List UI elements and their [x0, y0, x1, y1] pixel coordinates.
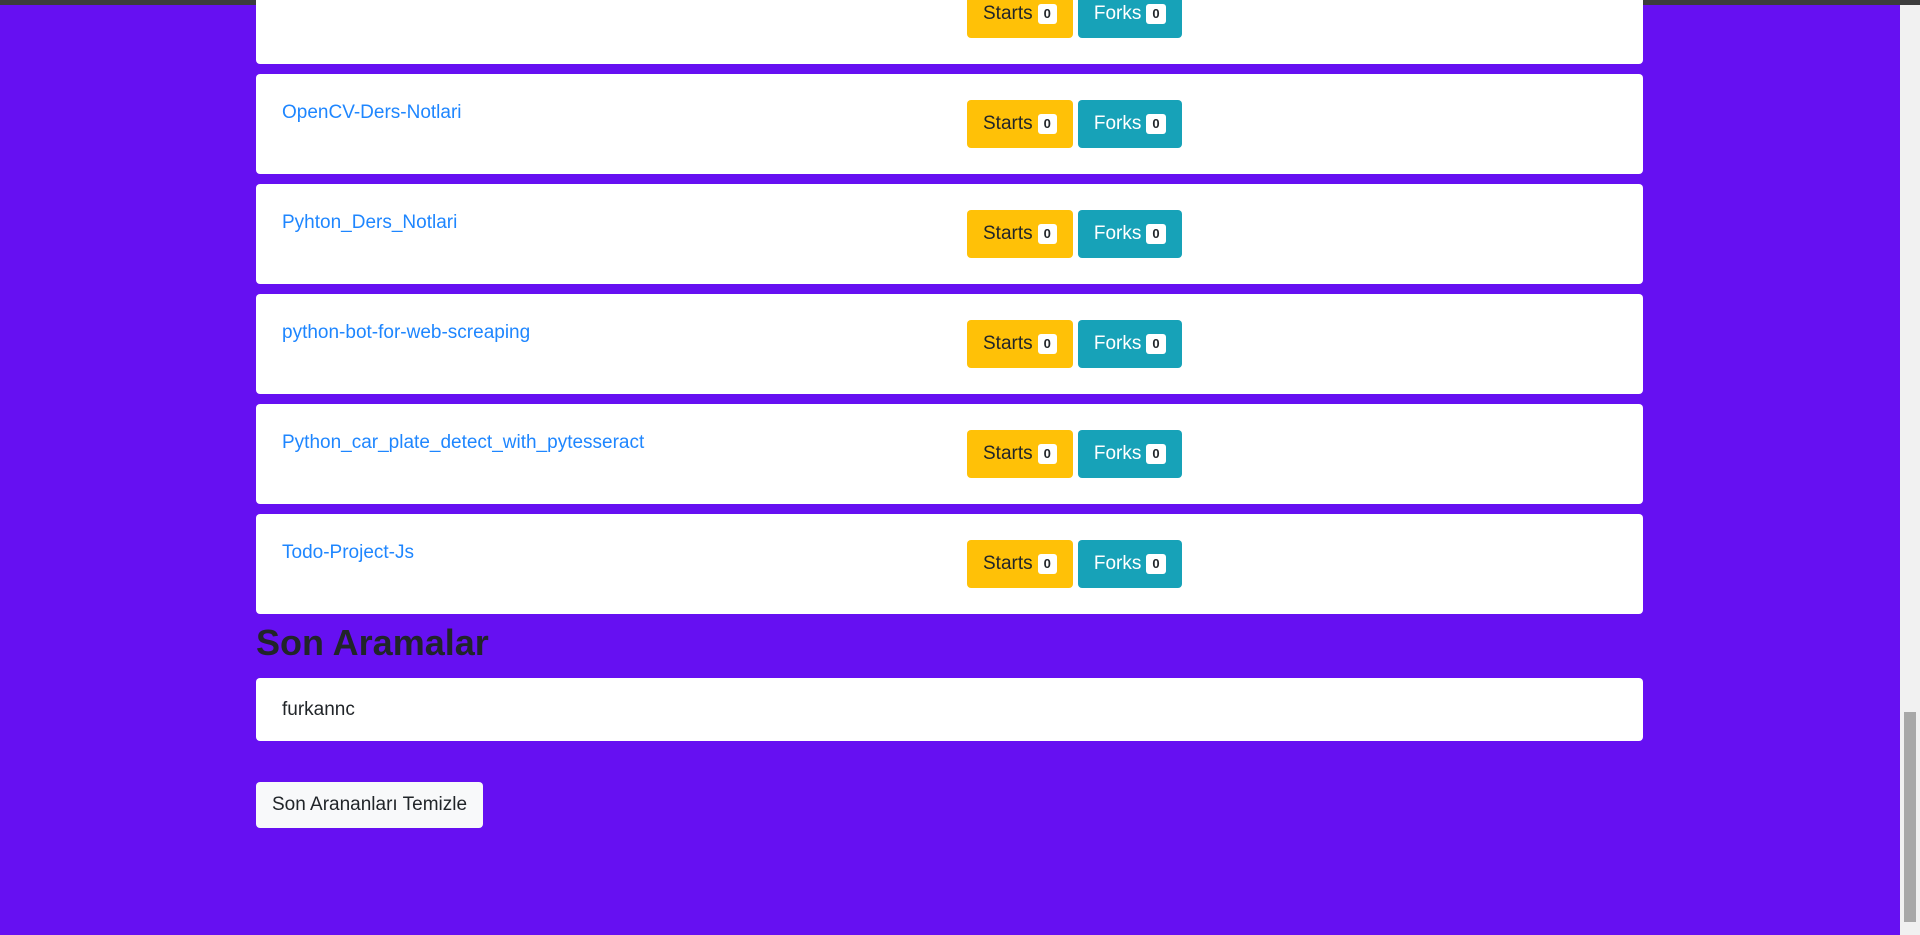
forks-label: Forks [1093, 333, 1142, 354]
stars-button[interactable]: Starts 0 [967, 210, 1073, 258]
stars-label: Starts [983, 223, 1033, 244]
stars-count-badge: 0 [1037, 334, 1057, 354]
repo-item: Python_car_plate_detect_with_pytesseract… [256, 404, 1643, 504]
forks-label: Forks [1093, 443, 1142, 464]
stars-label: Starts [983, 113, 1033, 134]
repo-link[interactable]: Todo-Project-Js [282, 542, 414, 564]
forks-label: Forks [1093, 3, 1142, 24]
repo-stats: Starts 0 Forks 0 [967, 210, 1182, 258]
stars-count-badge: 0 [1037, 554, 1057, 574]
forks-count-badge: 0 [1146, 114, 1166, 134]
forks-button[interactable]: Forks 0 [1077, 0, 1182, 38]
forks-button[interactable]: Forks 0 [1077, 540, 1182, 588]
forks-label: Forks [1093, 223, 1142, 244]
stars-count-badge: 0 [1037, 224, 1057, 244]
repo-stats: Starts 0 Forks 0 [967, 0, 1182, 38]
repo-stats: Starts 0 Forks 0 [967, 320, 1182, 368]
forks-count-badge: 0 [1146, 554, 1166, 574]
forks-count-badge: 0 [1146, 334, 1166, 354]
repo-item: Todo-Project-Js Starts 0 Forks 0 [256, 514, 1643, 614]
stars-button[interactable]: Starts 0 [967, 320, 1073, 368]
repo-item: OpenCV-Ders-Notlari Starts 0 Forks 0 [256, 74, 1643, 174]
main-container: Starts 0 Forks 0 OpenCV-Ders-Notlari Start… [256, 0, 1643, 828]
forks-count-badge: 0 [1146, 444, 1166, 464]
stars-count-badge: 0 [1037, 444, 1057, 464]
stars-button[interactable]: Starts 0 [967, 0, 1073, 38]
forks-button[interactable]: Forks 0 [1077, 320, 1182, 368]
repo-stats: Starts 0 Forks 0 [967, 100, 1182, 148]
repo-link[interactable]: OpenCV-Ders-Notlari [282, 102, 462, 124]
scrollbar-thumb[interactable] [1904, 712, 1916, 922]
recent-searches-list: furkannc [256, 678, 1643, 741]
forks-label: Forks [1093, 553, 1142, 574]
stars-label: Starts [983, 443, 1033, 464]
forks-label: Forks [1093, 113, 1142, 134]
repo-list: Starts 0 Forks 0 OpenCV-Ders-Notlari Start… [256, 0, 1643, 614]
stars-button[interactable]: Starts 0 [967, 100, 1073, 148]
forks-count-badge: 0 [1146, 4, 1166, 24]
forks-button[interactable]: Forks 0 [1077, 430, 1182, 478]
clear-recent-button[interactable]: Son Arananları Temizle [256, 782, 484, 828]
repo-item: Pyhton_Ders_Notlari Starts 0 Forks 0 [256, 184, 1643, 284]
repo-link[interactable]: python-bot-for-web-screaping [282, 322, 530, 344]
repo-stats: Starts 0 Forks 0 [967, 430, 1182, 478]
repo-link[interactable]: Python_car_plate_detect_with_pytesseract [282, 432, 644, 454]
stars-button[interactable]: Starts 0 [967, 430, 1073, 478]
repo-item: python-bot-for-web-screaping Starts 0 For… [256, 294, 1643, 394]
stars-count-badge: 0 [1037, 114, 1057, 134]
forks-button[interactable]: Forks 0 [1077, 100, 1182, 148]
stars-count-badge: 0 [1037, 4, 1057, 24]
forks-count-badge: 0 [1146, 224, 1166, 244]
repo-stats: Starts 0 Forks 0 [967, 540, 1182, 588]
repo-link[interactable]: Pyhton_Ders_Notlari [282, 212, 457, 234]
stars-label: Starts [983, 553, 1033, 574]
recent-search-item[interactable]: furkannc [256, 678, 1643, 741]
stars-button[interactable]: Starts 0 [967, 540, 1073, 588]
stars-label: Starts [983, 333, 1033, 354]
stars-label: Starts [983, 3, 1033, 24]
forks-button[interactable]: Forks 0 [1077, 210, 1182, 258]
recent-searches-title: Son Aramalar [256, 622, 489, 663]
repo-item: Starts 0 Forks 0 [256, 0, 1643, 64]
vertical-scrollbar[interactable] [1900, 5, 1920, 935]
